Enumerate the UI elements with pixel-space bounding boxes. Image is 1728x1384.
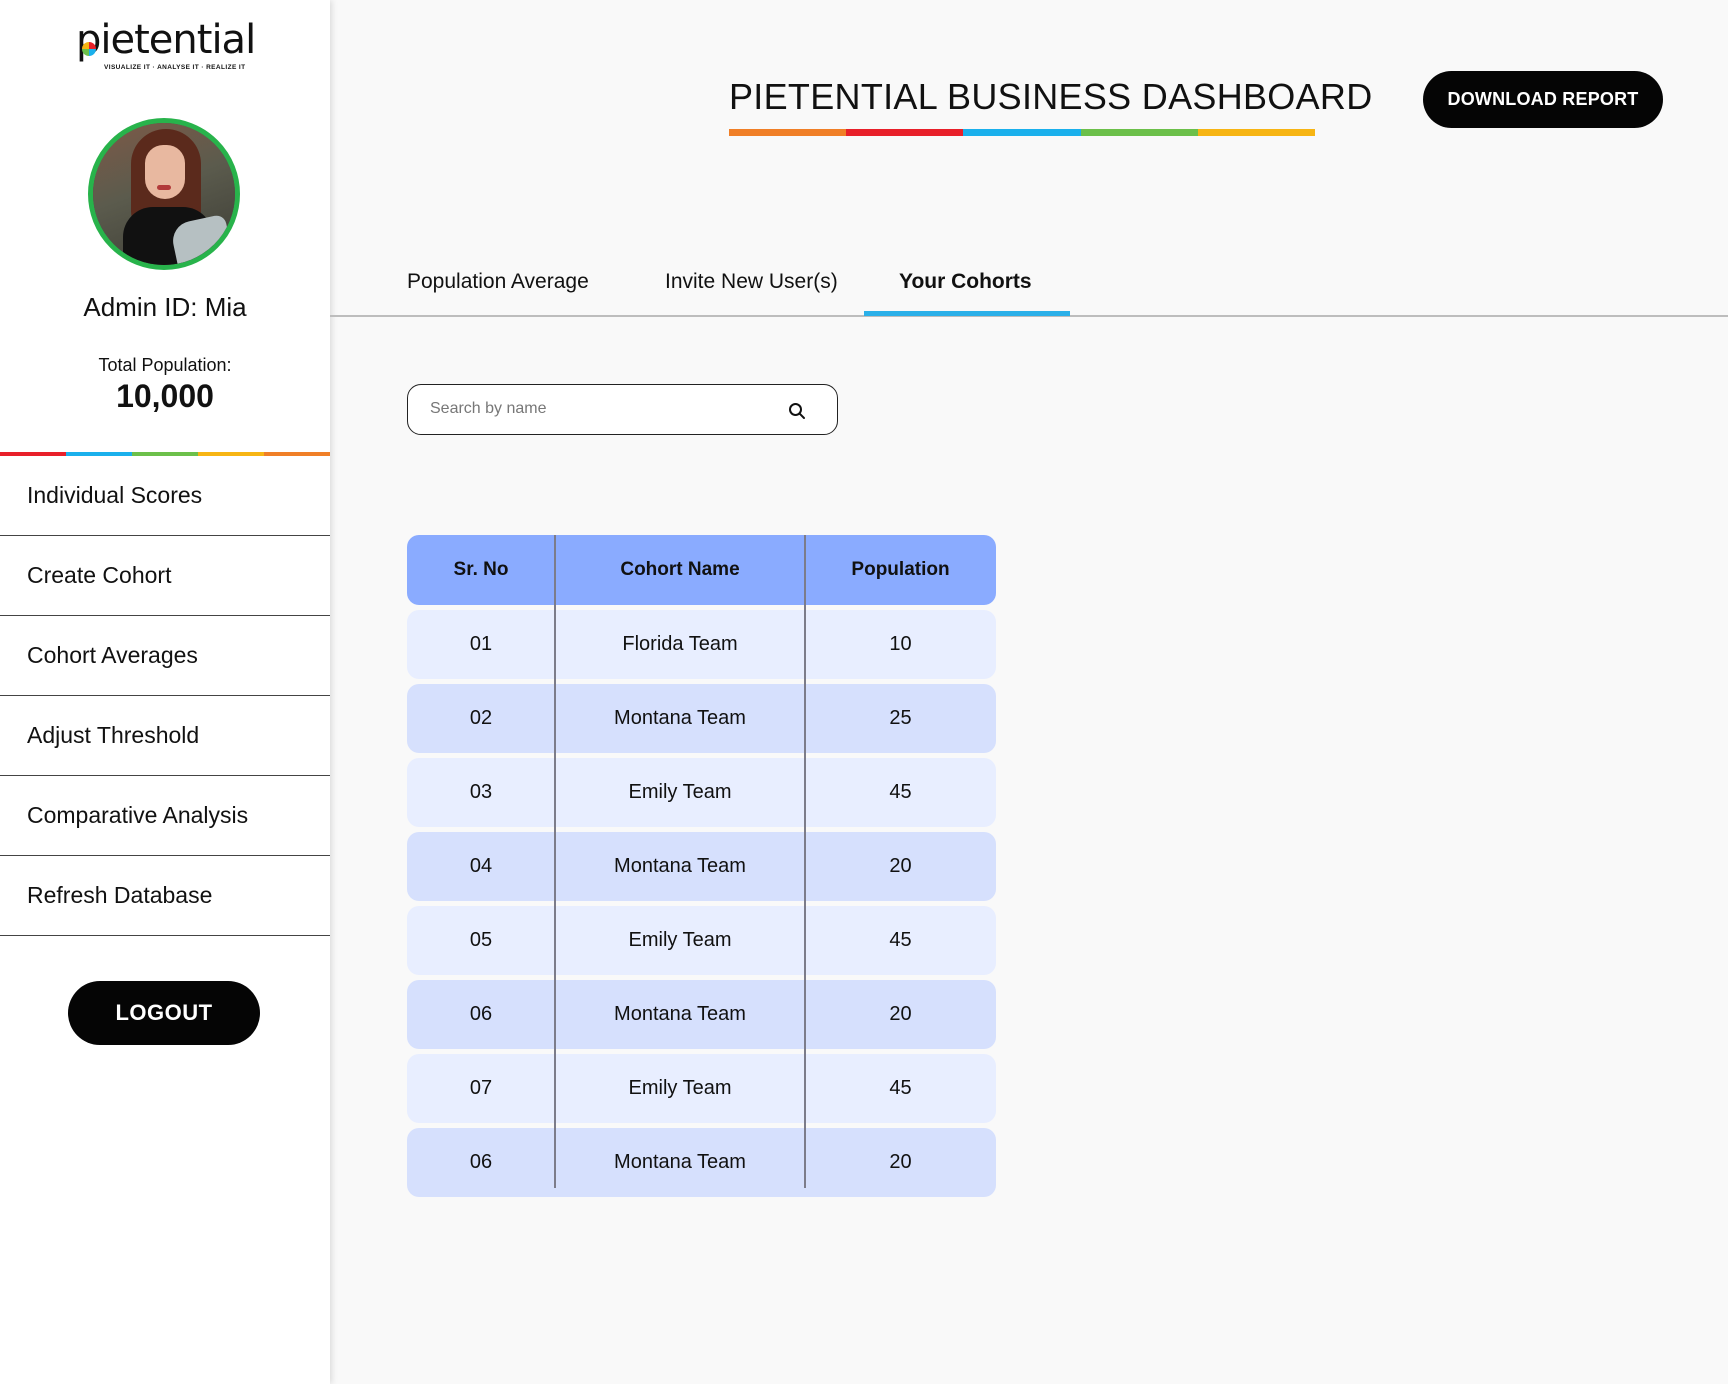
cell-population: 20 (889, 855, 912, 877)
cell-cohort-name: Florida Team (622, 633, 738, 655)
total-population-value: 10,000 (116, 378, 214, 414)
cell-cohort-name: Emily Team (628, 781, 732, 803)
search-icon[interactable] (787, 401, 807, 421)
cell-cohort-name: Montana Team (614, 1151, 746, 1173)
tab-population-average[interactable]: Population Average (407, 270, 589, 294)
search-box (407, 384, 838, 435)
cell-sr-no: 05 (469, 929, 493, 951)
cell-cohort-name: Montana Team (614, 855, 746, 877)
pietential-logo: pietential VISUALIZE IT · ANALYSE IT · R… (76, 18, 256, 74)
column-header-cohort-name: Cohort Name (620, 559, 740, 580)
cell-cohort-name: Montana Team (614, 1003, 746, 1025)
logo-pie-icon (82, 42, 96, 56)
cell-cohort-name: Emily Team (628, 1077, 732, 1099)
cell-sr-no: 07 (469, 1077, 493, 1099)
tab-invite-new-users[interactable]: Invite New User(s) (665, 270, 838, 294)
table-row[interactable]: 07 Emily Team 45 (407, 1054, 996, 1123)
table-row[interactable]: 02 Montana Team 25 (407, 684, 996, 753)
table-body: 01 Florida Team 10 02 Montana Team 25 03 Emily … (407, 610, 996, 1197)
column-header-population: Population (851, 559, 950, 580)
cell-sr-no: 06 (469, 1003, 493, 1025)
tab-bar: Population Average Invite New User(s) Yo… (330, 262, 1728, 317)
cell-sr-no: 02 (469, 707, 493, 729)
tab-your-cohorts[interactable]: Your Cohorts (899, 270, 1032, 294)
logo-wordmark: pietential (76, 17, 256, 63)
table-row[interactable]: 06 Montana Team 20 (407, 980, 996, 1049)
search-input[interactable] (430, 385, 770, 433)
sidebar-item-adjust-threshold[interactable]: Adjust Threshold (0, 696, 330, 776)
avatar (88, 118, 240, 270)
admin-id: Admin ID: Mia (83, 292, 247, 322)
sidebar-item-individual-scores[interactable]: Individual Scores (0, 456, 330, 536)
cohorts-table: Sr. No Cohort Name Population 01 Florida … (407, 535, 996, 1197)
title-color-underline (729, 129, 1316, 136)
logo-tagline: VISUALIZE IT · ANALYSE IT · REALIZE IT (104, 64, 246, 71)
cell-population: 45 (889, 781, 912, 803)
cell-cohort-name: Montana Team (614, 707, 746, 729)
table-header: Sr. No Cohort Name Population (407, 535, 996, 605)
cell-population: 25 (889, 707, 912, 729)
cell-sr-no: 03 (469, 781, 493, 803)
sidebar-item-cohort-averages[interactable]: Cohort Averages (0, 616, 330, 696)
sidebar-item-refresh-database[interactable]: Refresh Database (0, 856, 330, 936)
cell-population: 20 (889, 1003, 912, 1025)
sidebar-nav: Individual Scores Create Cohort Cohort A… (0, 456, 330, 936)
cell-sr-no: 04 (469, 855, 493, 877)
logout-button[interactable]: LOGOUT (68, 981, 260, 1045)
column-divider (804, 535, 806, 1188)
cell-population: 45 (889, 1077, 912, 1099)
cell-population: 10 (889, 633, 912, 655)
table-row[interactable]: 01 Florida Team 10 (407, 610, 996, 679)
cell-sr-no: 06 (469, 1151, 493, 1173)
download-report-button[interactable]: DOWNLOAD REPORT (1423, 71, 1663, 128)
table-row[interactable]: 03 Emily Team 45 (407, 758, 996, 827)
column-divider (554, 535, 556, 1188)
active-tab-indicator (864, 311, 1070, 316)
total-population-label: Total Population: (98, 355, 232, 375)
cell-population: 20 (889, 1151, 912, 1173)
table-row[interactable]: 06 Montana Team 20 (407, 1128, 996, 1197)
cell-population: 45 (889, 929, 912, 951)
sidebar: pietential VISUALIZE IT · ANALYSE IT · R… (0, 0, 330, 1384)
column-header-sr-no: Sr. No (453, 559, 509, 580)
table-row[interactable]: 04 Montana Team 20 (407, 832, 996, 901)
sidebar-item-create-cohort[interactable]: Create Cohort (0, 536, 330, 616)
page-title: PIETENTIAL BUSINESS DASHBOARD (729, 76, 1373, 117)
cell-cohort-name: Emily Team (628, 929, 732, 951)
table-row[interactable]: 05 Emily Team 45 (407, 906, 996, 975)
cell-sr-no: 01 (469, 633, 493, 655)
sidebar-item-comparative-analysis[interactable]: Comparative Analysis (0, 776, 330, 856)
